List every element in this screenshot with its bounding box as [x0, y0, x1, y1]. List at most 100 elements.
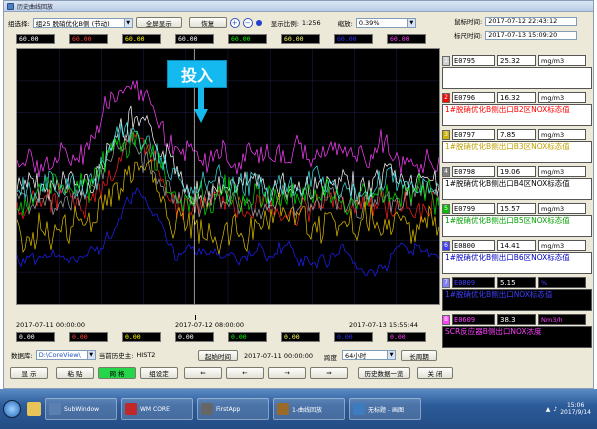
taskbar-item[interactable]: SubWindow	[45, 398, 117, 420]
arrow-left-double-icon: ⇐	[200, 369, 206, 377]
bottom-value-2: 0.00	[69, 332, 108, 342]
db-select[interactable]: D:\CoreView\ ▼	[35, 350, 96, 360]
top-value-4: 60.00	[175, 34, 214, 44]
legend-description: SCR反应器B侧出口NOX浓度	[442, 326, 592, 348]
taskbar-item[interactable]: WM CORE	[121, 398, 193, 420]
start-button[interactable]	[3, 400, 21, 418]
chevron-down-icon: ▼	[123, 18, 132, 27]
top-value-6: 60.00	[281, 34, 320, 44]
start-time-button[interactable]: 起始时间	[198, 350, 238, 361]
history-value: HIST2	[136, 351, 156, 359]
legend-index[interactable]: 2	[442, 92, 450, 103]
legend-index[interactable]: 6	[442, 240, 450, 251]
cursor-time-label: 鼠标时间:	[454, 18, 483, 26]
taskbar-item[interactable]: FirstApp	[197, 398, 269, 420]
group-select[interactable]: 组25 脱硝优化B侧 (节动) ▼	[32, 17, 133, 28]
close-button[interactable]: 关 闭	[417, 367, 453, 379]
fast-forward-button[interactable]: ⇒	[310, 367, 348, 379]
bottom-bar: 数据库: D:\CoreView\ ▼ 当前历史主: HIST2	[11, 350, 155, 360]
legend-index[interactable]: 3	[442, 129, 450, 140]
legend-index[interactable]: 7	[442, 277, 450, 288]
legend-index[interactable]: 5	[442, 203, 450, 214]
legend-index[interactable]: 4	[442, 166, 450, 177]
legend-index[interactable]: 8	[442, 314, 450, 325]
start-time-value: 2017-07-11 00:00:00	[244, 352, 314, 360]
history-label: 当前历史主:	[98, 352, 134, 360]
legend-code: E0798	[452, 166, 495, 177]
top-scale-values: 60.00 60.00 60.00 60.00 60.00 60.00 60.00 60.00	[16, 34, 426, 44]
long-period-button[interactable]: 长周期	[401, 350, 437, 361]
display-button[interactable]: 显 示	[10, 367, 48, 379]
taskbar-item[interactable]: 1-曲线回放	[273, 398, 345, 420]
title-bar: 历史曲线回放	[4, 1, 593, 12]
span-select[interactable]: 64小时 ▼	[342, 350, 396, 360]
top-value-8: 60.00	[387, 34, 426, 44]
legend-item-header: 5 E0799 15.57 mg/m3	[442, 203, 592, 214]
paste-button[interactable]: 粘 贴	[56, 367, 94, 379]
dot-icon[interactable]	[255, 19, 262, 26]
history-list-button[interactable]: 历史数据一览	[358, 367, 410, 379]
group-set-button[interactable]: 组设定	[140, 367, 178, 379]
legend-item-header: 7 E0809 5.15%	[442, 277, 592, 288]
grid-button[interactable]: 网 格	[98, 367, 136, 379]
history-curve-window: 历史曲线回放 组选择: 组25 脱硝优化B侧 (节动) ▼ 全屏显示 恢复 + …	[3, 0, 594, 389]
legend-unit: mg/m3	[538, 92, 586, 103]
network-icon[interactable]: ▲	[546, 406, 551, 413]
clock[interactable]: 15:06 2017/9/14	[560, 402, 591, 416]
restore-button[interactable]: 恢复	[188, 17, 227, 28]
legend-code: E0609	[452, 314, 495, 325]
legend-unit: mg/m3	[538, 55, 586, 66]
bottom-value-7: 0.00	[334, 332, 373, 342]
top-value-7: 60.00	[334, 34, 373, 44]
taskbar-item-label: 无标题 - 画图	[368, 406, 404, 414]
fast-backward-button[interactable]: ⇐	[184, 367, 222, 379]
folder-icon[interactable]	[27, 402, 41, 416]
legend-item[interactable]: 8 E0609 38.3 Nm3/h SCR反应器B侧出口NOX浓度	[442, 314, 592, 351]
bottom-value-1: 0.00	[16, 332, 55, 342]
legend-index[interactable]: 1	[442, 55, 450, 66]
taskbar-item-label: 1-曲线回放	[292, 406, 322, 414]
trend-chart[interactable]	[16, 48, 440, 305]
legend-item[interactable]: 3 E0797 7.85 mg/m3 1#脱硝优化B侧出口B3区NOX标态值	[442, 129, 592, 166]
zoom-in-icon[interactable]: +	[229, 17, 240, 28]
legend-description: 1#脱硝优化B侧出口B1区NOX标态值	[442, 67, 592, 89]
time-end-label: 2017-07-13 15:55:44	[349, 321, 419, 329]
legend-description: 1#脱硝优化B侧出口B3区NOX标态值	[442, 141, 592, 163]
legend-item[interactable]: 7 E0809 5.15% 1#脱硝优化B侧出口NOX标态值	[442, 277, 592, 314]
backward-button[interactable]: ←	[226, 367, 264, 379]
legend-item[interactable]: 2 E0796 16.32 mg/m3 1#脱硝优化B侧出口B2区NOX标态值	[442, 92, 592, 129]
legend-item[interactable]: 1 E0795 25.32 mg/m3 1#脱硝优化B侧出口B1区NOX标态值	[442, 55, 592, 92]
legend-item[interactable]: 6 E0800 14.41 mg/m3 1#脱硝优化B侧出口B6区NOX标态值	[442, 240, 592, 277]
legend-item[interactable]: 5 E0799 15.57 mg/m3 1#脱硝优化B侧出口B5区NOX标态值	[442, 203, 592, 240]
bottom-value-3: 0.00	[122, 332, 161, 342]
cursor-time-row: 鼠标时间: 2017-07-12 22:43:12	[454, 16, 578, 26]
volume-icon[interactable]: ♪	[553, 406, 557, 413]
taskbar-item[interactable]: 无标题 - 画图	[349, 398, 421, 420]
span-select-value: 64小时	[345, 352, 367, 360]
time-mid-label: 2017-07-12 08:00:00	[175, 321, 245, 329]
system-tray: ▲ ♪ 15:06 2017/9/14	[546, 402, 597, 416]
zoom-select[interactable]: 0.39% ▼	[355, 17, 416, 28]
legend-item-header: 4 E0798 19.06 mg/m3	[442, 166, 592, 177]
legend-item-header: 1 E0795 25.32 mg/m3	[442, 55, 592, 66]
ruler-marker	[195, 315, 196, 320]
forward-button[interactable]: →	[268, 367, 306, 379]
trend-plot[interactable]	[17, 49, 439, 304]
legend-item[interactable]: 4 E0798 19.06 mg/m3 1#脱硝优化B侧出口B4区NOX标态值	[442, 166, 592, 203]
top-value-2: 60.00	[69, 34, 108, 44]
zoom-out-icon[interactable]: −	[242, 17, 253, 28]
legend-value: 25.32	[497, 55, 536, 66]
cursor-time-field: 2017-07-12 22:43:12	[485, 16, 578, 26]
fullscreen-button[interactable]: 全屏显示	[135, 17, 182, 28]
legend-unit: %	[538, 277, 586, 288]
ruler-time-field: 2017-07-13 15:09:20	[485, 30, 578, 40]
legend-item-header: 3 E0797 7.85 mg/m3	[442, 129, 592, 140]
legend-item-header: 2 E0796 16.32 mg/m3	[442, 92, 592, 103]
app-icon	[7, 2, 14, 10]
arrow-right-icon: →	[284, 369, 290, 377]
app-icon	[201, 403, 213, 415]
window-title: 历史曲线回放	[17, 3, 54, 11]
group-select-value: 组25 脱硝优化B侧 (节动)	[35, 19, 110, 28]
clock-time: 15:06	[566, 402, 585, 409]
taskbar-item-label: WM CORE	[140, 405, 170, 413]
